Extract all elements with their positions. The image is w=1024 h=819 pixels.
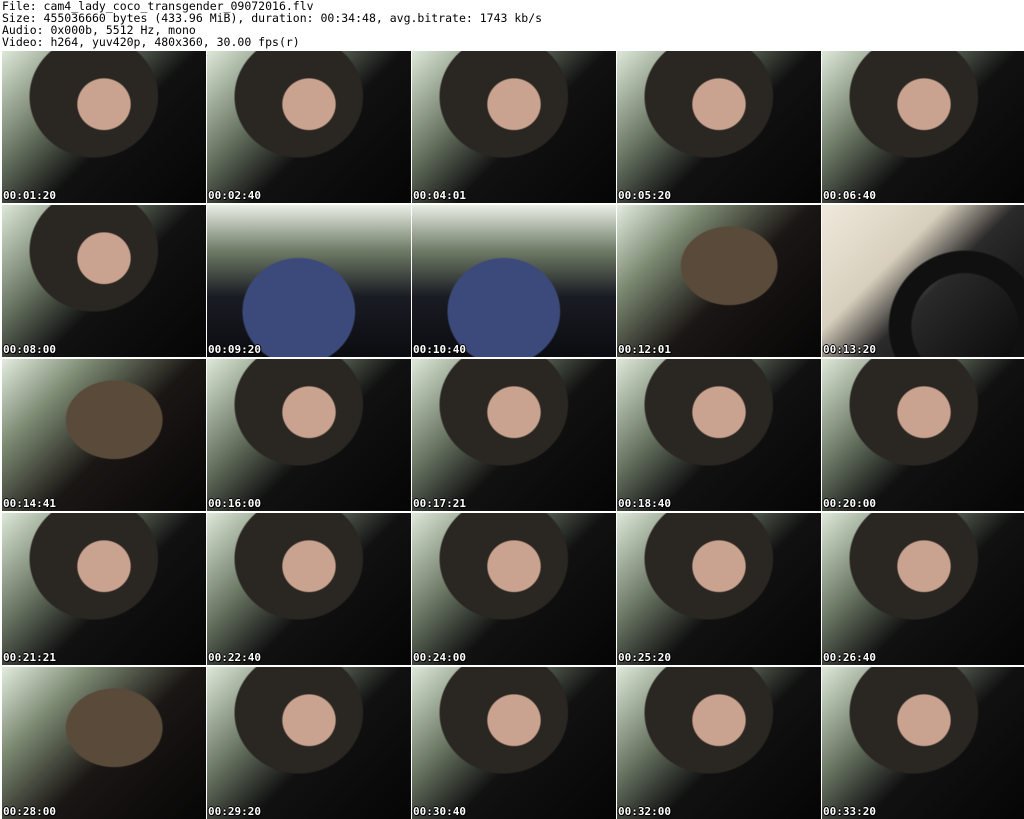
thumbnail-image — [617, 513, 821, 665]
thumbnail-timestamp: 00:04:01 — [413, 189, 466, 202]
thumbnail-image — [2, 359, 206, 511]
video-thumbnail: 00:24:00 — [412, 513, 616, 665]
video-thumbnail: 00:04:01 — [412, 51, 616, 203]
thumbnail-timestamp: 00:16:00 — [208, 497, 261, 510]
video-thumbnail: 00:30:40 — [412, 667, 616, 819]
video-thumbnail: 00:01:20 — [2, 51, 206, 203]
thumbnail-timestamp: 00:25:20 — [618, 651, 671, 664]
video-thumbnail: 00:17:21 — [412, 359, 616, 511]
thumbnail-timestamp: 00:20:00 — [823, 497, 876, 510]
thumbnail-timestamp: 00:13:20 — [823, 343, 876, 356]
video-thumbnail: 00:28:00 — [2, 667, 206, 819]
thumbnail-timestamp: 00:21:21 — [3, 651, 56, 664]
video-thumbnail: 00:32:00 — [617, 667, 821, 819]
thumbnail-timestamp: 00:30:40 — [413, 805, 466, 818]
thumbnail-image — [207, 667, 411, 819]
video-thumbnail: 00:12:01 — [617, 205, 821, 357]
video-thumbnail: 00:16:00 — [207, 359, 411, 511]
video-thumbnail: 00:13:20 — [822, 205, 1024, 357]
thumbnail-timestamp: 00:02:40 — [208, 189, 261, 202]
thumbnail-image — [822, 359, 1024, 511]
thumbnail-image — [617, 667, 821, 819]
video-thumbnail: 00:21:21 — [2, 513, 206, 665]
thumbnail-image — [2, 205, 206, 357]
video-thumbnail: 00:33:20 — [822, 667, 1024, 819]
thumbnail-image — [412, 667, 616, 819]
video-thumbnail: 00:10:40 — [412, 205, 616, 357]
video-thumbnail: 00:22:40 — [207, 513, 411, 665]
thumbnail-image — [617, 205, 821, 357]
thumbnail-image — [412, 51, 616, 203]
thumbnail-timestamp: 00:10:40 — [413, 343, 466, 356]
thumbnail-timestamp: 00:12:01 — [618, 343, 671, 356]
thumbnail-image — [822, 667, 1024, 819]
thumbnail-image — [412, 359, 616, 511]
video-thumbnail: 00:06:40 — [822, 51, 1024, 203]
thumbnail-timestamp: 00:05:20 — [618, 189, 671, 202]
thumbnail-image — [412, 205, 616, 357]
thumbnail-image — [207, 513, 411, 665]
thumbnail-timestamp: 00:18:40 — [618, 497, 671, 510]
thumbnail-image — [617, 359, 821, 511]
thumbnail-timestamp: 00:28:00 — [3, 805, 56, 818]
thumbnail-image — [207, 359, 411, 511]
thumbnail-grid: 00:01:20 00:02:40 00:04:01 00:05:20 00:06:40… — [0, 0, 1024, 819]
thumbnail-timestamp: 00:33:20 — [823, 805, 876, 818]
thumbnail-image — [412, 513, 616, 665]
thumbnail-image — [2, 667, 206, 819]
video-thumbnail: 00:05:20 — [617, 51, 821, 203]
video-thumbnail: 00:26:40 — [822, 513, 1024, 665]
video-thumbnail: 00:14:41 — [2, 359, 206, 511]
thumbnail-timestamp: 00:26:40 — [823, 651, 876, 664]
thumbnail-image — [822, 205, 1024, 357]
thumbnail-image — [617, 51, 821, 203]
video-thumbnail: 00:09:20 — [207, 205, 411, 357]
thumbnail-image — [822, 513, 1024, 665]
thumbnail-image — [2, 513, 206, 665]
thumbnail-timestamp: 00:22:40 — [208, 651, 261, 664]
thumbnail-timestamp: 00:01:20 — [3, 189, 56, 202]
thumbnail-timestamp: 00:29:20 — [208, 805, 261, 818]
thumbnail-timestamp: 00:17:21 — [413, 497, 466, 510]
thumbnail-image — [2, 51, 206, 203]
thumbnail-image — [207, 51, 411, 203]
thumbnail-timestamp: 00:14:41 — [3, 497, 56, 510]
thumbnail-image — [207, 205, 411, 357]
thumbnail-timestamp: 00:24:00 — [413, 651, 466, 664]
thumbnail-timestamp: 00:09:20 — [208, 343, 261, 356]
thumbnail-timestamp: 00:08:00 — [3, 343, 56, 356]
video-thumbnail: 00:08:00 — [2, 205, 206, 357]
video-thumbnail: 00:20:00 — [822, 359, 1024, 511]
video-thumbnail: 00:02:40 — [207, 51, 411, 203]
video-thumbnail: 00:29:20 — [207, 667, 411, 819]
thumbnail-timestamp: 00:06:40 — [823, 189, 876, 202]
video-thumbnail: 00:25:20 — [617, 513, 821, 665]
video-thumbnail: 00:18:40 — [617, 359, 821, 511]
thumbnail-timestamp: 00:32:00 — [618, 805, 671, 818]
thumbnail-image — [822, 51, 1024, 203]
